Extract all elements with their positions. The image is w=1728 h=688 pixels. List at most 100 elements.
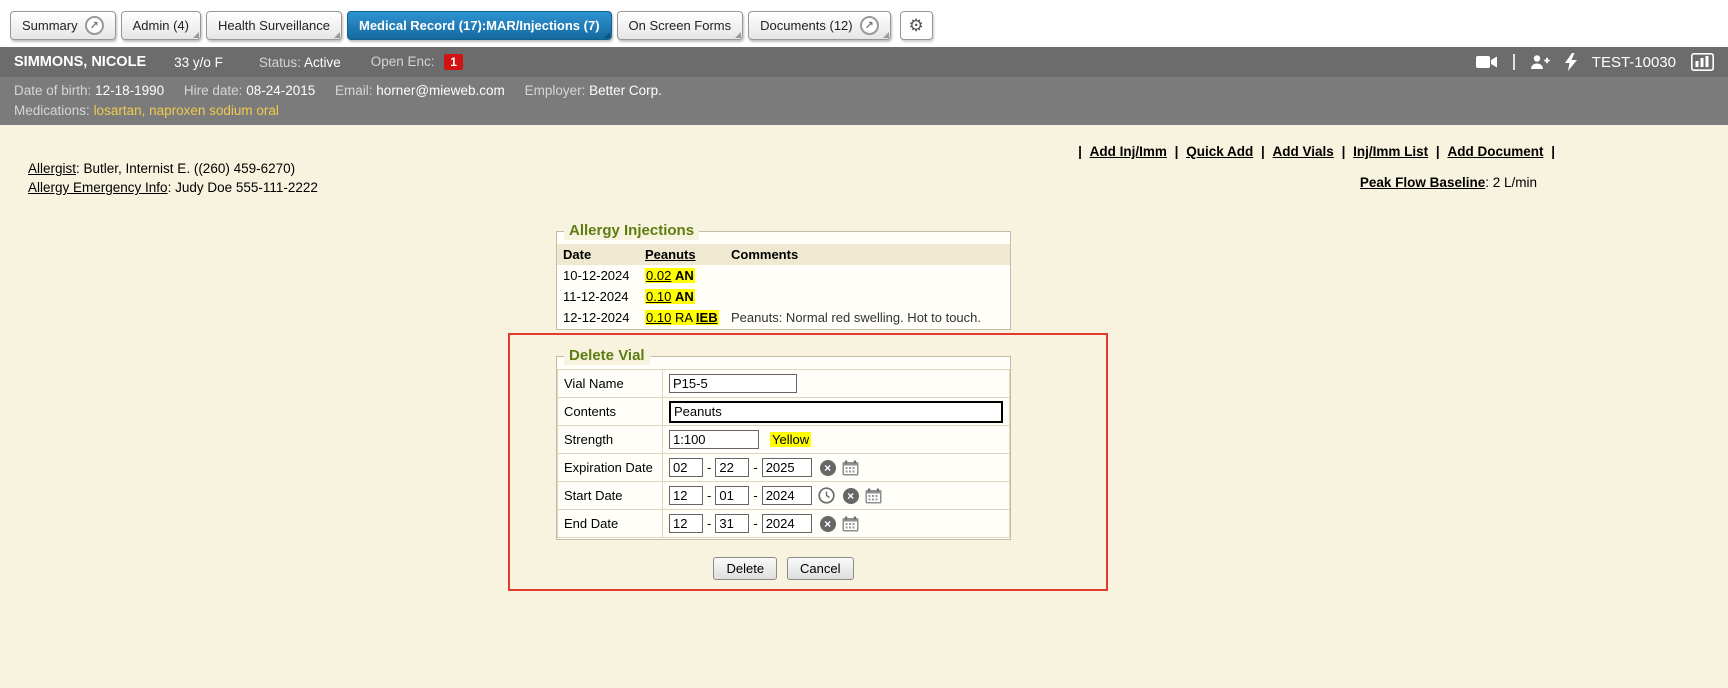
link-inj-imm-list[interactable]: Inj/Imm List: [1353, 144, 1428, 159]
hire-date: Hire date: 08-24-2015: [184, 83, 315, 98]
allergy-injections-panel: Allergy Injections Date Peanuts Comments…: [556, 231, 1011, 330]
tab-admin-label: Admin (4): [133, 18, 189, 33]
status-value: Active: [304, 55, 341, 70]
tab-health-surveillance-label: Health Surveillance: [218, 18, 330, 33]
patient-name: SIMMONS, NICOLE: [14, 54, 146, 70]
link-add-inj-imm[interactable]: Add Inj/Imm: [1090, 144, 1167, 159]
column-peanuts-link[interactable]: Peanuts: [645, 247, 696, 262]
vial-name-input[interactable]: [669, 374, 797, 393]
dialog-buttons: Delete Cancel: [556, 557, 1011, 580]
expiration-year-input[interactable]: [762, 458, 812, 477]
injection-comments: Peanuts: Normal red swelling. Hot to tou…: [725, 307, 1010, 328]
external-link-icon[interactable]: ↗: [860, 16, 879, 35]
injection-row: 12-12-2024 0.10 RA IEB Peanuts: Normal r…: [557, 307, 1010, 328]
tab-summary[interactable]: Summary ↗: [10, 11, 116, 40]
patient-header-bar: SIMMONS, NICOLE 33 y/o F Status: Active …: [0, 47, 1728, 77]
add-user-icon[interactable]: [1530, 54, 1550, 70]
expiration-month-input[interactable]: [669, 458, 703, 477]
medication-link[interactable]: naproxen sodium oral: [149, 103, 279, 118]
link-add-vials[interactable]: Add Vials: [1273, 144, 1334, 159]
dose-highlight: 0.10 AN: [645, 289, 695, 304]
link-quick-add[interactable]: Quick Add: [1186, 144, 1253, 159]
tab-corner-fold: [193, 32, 199, 38]
clock-icon[interactable]: [818, 487, 835, 504]
dose-link[interactable]: 0.02: [646, 268, 671, 283]
external-link-icon[interactable]: ↗: [85, 16, 104, 35]
clear-date-icon[interactable]: ×: [820, 516, 836, 532]
dose-link[interactable]: 0.10: [646, 310, 671, 325]
delete-button[interactable]: Delete: [713, 557, 777, 580]
ieb-link[interactable]: IEB: [696, 310, 718, 325]
demographics-line: Date of birth: 12-18-1990 Hire date: 08-…: [14, 81, 1714, 101]
dose-link[interactable]: 0.10: [646, 289, 671, 304]
delete-vial-form: Vial Name Contents Strength Yellow Expir…: [557, 369, 1010, 538]
employer: Employer: Better Corp.: [525, 83, 662, 98]
date-of-birth: Date of birth: 12-18-1990: [14, 83, 164, 98]
allergist-link[interactable]: Allergist: [28, 161, 76, 176]
settings-gear-button[interactable]: ⚙: [900, 11, 933, 40]
end-month-input[interactable]: [669, 514, 703, 533]
clear-date-icon[interactable]: ×: [820, 460, 836, 476]
expiration-day-input[interactable]: [715, 458, 749, 477]
clear-glyph: ×: [824, 461, 831, 475]
tab-bar: Summary ↗ Admin (4) Health Surveillance …: [0, 0, 1728, 47]
tab-medical-record[interactable]: Medical Record (17):MAR/Injections (7): [347, 11, 612, 40]
calendar-icon[interactable]: [865, 488, 882, 504]
delete-vial-panel: Delete Vial Vial Name Contents Strength …: [556, 356, 1011, 540]
external-link-glyph: ↗: [90, 19, 99, 32]
medication-link[interactable]: losartan: [94, 103, 142, 118]
video-visit-icon[interactable]: [1476, 55, 1498, 69]
patient-age-sex: 33 y/o F: [174, 55, 223, 70]
tab-corner-fold: [883, 32, 889, 38]
tab-admin[interactable]: Admin (4): [121, 11, 201, 40]
medications-line: Medications: losartan, naproxen sodium o…: [14, 101, 1714, 121]
calendar-icon[interactable]: [842, 516, 859, 532]
start-year-input[interactable]: [762, 486, 812, 505]
hire-value: 08-24-2015: [246, 83, 315, 98]
quick-actions-bolt-icon[interactable]: [1565, 53, 1577, 71]
allergy-injections-table: Date Peanuts Comments 10-12-2024 0.02 AN…: [557, 244, 1010, 328]
contents-input[interactable]: [669, 401, 1003, 423]
tab-documents[interactable]: Documents (12) ↗: [748, 11, 890, 40]
date-separator: -: [707, 488, 711, 503]
form-row-vial-name: Vial Name: [558, 370, 1010, 398]
tab-documents-label: Documents (12): [760, 18, 852, 33]
cancel-button[interactable]: Cancel: [787, 557, 853, 580]
tab-on-screen-forms[interactable]: On Screen Forms: [617, 11, 744, 40]
column-peanuts: Peanuts: [639, 244, 725, 265]
tab-health-surveillance[interactable]: Health Surveillance: [206, 11, 342, 40]
clear-date-icon[interactable]: ×: [843, 488, 859, 504]
start-month-input[interactable]: [669, 486, 703, 505]
open-enc-count-badge[interactable]: 1: [444, 54, 463, 70]
hire-label: Hire date:: [184, 83, 243, 98]
external-link-glyph: ↗: [865, 19, 874, 32]
tab-summary-label: Summary: [22, 18, 78, 33]
tab-strip: Summary ↗ Admin (4) Health Surveillance …: [10, 11, 933, 40]
employer-label: Employer:: [525, 83, 586, 98]
injection-comments: [725, 265, 1010, 286]
webchart-app: Summary ↗ Admin (4) Health Surveillance …: [0, 0, 1728, 688]
clear-glyph: ×: [847, 489, 854, 503]
form-row-start-date: Start Date - - ×: [558, 482, 1010, 510]
form-row-expiration-date: Expiration Date - - ×: [558, 454, 1010, 482]
date-separator: -: [707, 460, 711, 475]
end-year-input[interactable]: [762, 514, 812, 533]
flowsheet-chart-icon[interactable]: [1691, 53, 1714, 71]
open-encounters: Open Enc: 1: [371, 54, 463, 70]
quick-action-links: | Add Inj/Imm | Quick Add | Add Vials | …: [1077, 144, 1556, 159]
medication-separator: ,: [142, 103, 150, 118]
link-add-document[interactable]: Add Document: [1447, 144, 1543, 159]
link-separator: |: [1342, 144, 1346, 159]
end-day-input[interactable]: [715, 514, 749, 533]
peak-flow-link[interactable]: Peak Flow Baseline: [1360, 175, 1485, 190]
allergy-injections-title: Allergy Injections: [564, 221, 699, 240]
allergy-emergency-link[interactable]: Allergy Emergency Info: [28, 180, 168, 195]
strength-input[interactable]: [669, 430, 759, 449]
calendar-icon[interactable]: [842, 460, 859, 476]
start-day-input[interactable]: [715, 486, 749, 505]
dose-highlight: 0.10 RA IEB: [645, 310, 719, 325]
link-separator: |: [1261, 144, 1265, 159]
start-date-label: Start Date: [558, 482, 663, 510]
email: Email: horner@mieweb.com: [335, 83, 505, 98]
dose-tag: AN: [675, 268, 694, 283]
